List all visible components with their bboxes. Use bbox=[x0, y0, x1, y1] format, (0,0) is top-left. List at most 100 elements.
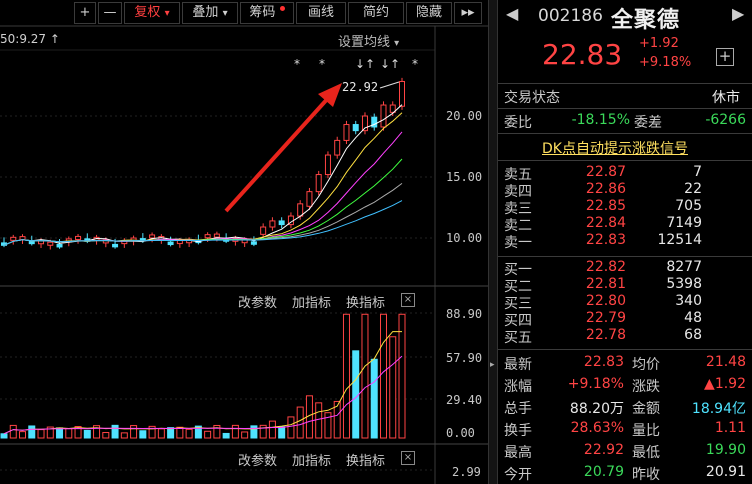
simple-mode-button[interactable]: 简约 bbox=[348, 2, 404, 24]
collapse-arrow-icon[interactable]: ▸ bbox=[490, 360, 495, 370]
high-marker-line bbox=[379, 81, 400, 89]
stat-label: 金额 bbox=[632, 401, 660, 417]
level-price: 22.78 bbox=[585, 327, 626, 343]
candle-body bbox=[112, 243, 119, 248]
stat-label: 总手 bbox=[504, 401, 532, 417]
modify-params-button[interactable]: 改参数 bbox=[238, 450, 277, 469]
stat-label: 均价 bbox=[632, 357, 660, 373]
overlay-label: 叠加 bbox=[192, 5, 219, 20]
fuquan-label: 复权 bbox=[134, 5, 161, 20]
level-volume: 7 bbox=[693, 164, 702, 180]
price-axis-tick: 15.00 bbox=[446, 170, 483, 184]
stat-value: 1.11 bbox=[714, 420, 746, 436]
chevron-down-icon: ▾ bbox=[164, 8, 170, 19]
signal-updown-icon[interactable]: ↓↑ bbox=[380, 57, 400, 71]
volume-bar bbox=[28, 425, 36, 439]
ma-line bbox=[3, 200, 403, 246]
volume-bar bbox=[241, 431, 249, 439]
volume-bar bbox=[102, 432, 110, 439]
stat-label: 换手 bbox=[504, 423, 532, 439]
add-indicator-button[interactable]: 加指标 bbox=[292, 450, 331, 469]
stat-label: 最高 bbox=[504, 445, 532, 461]
price-change-percent: +9.18% bbox=[639, 55, 692, 70]
switch-indicator-button[interactable]: 换指标 bbox=[346, 450, 385, 469]
volume-bar bbox=[379, 313, 387, 439]
switch-indicator-button[interactable]: 换指标 bbox=[346, 292, 385, 311]
overlay-button[interactable]: 叠加 ▾ bbox=[182, 2, 238, 24]
hide-button[interactable]: 隐藏 bbox=[406, 2, 452, 24]
candle-body bbox=[213, 233, 220, 238]
moving-average-lines bbox=[3, 104, 403, 246]
price-axis-tick: 10.00 bbox=[446, 231, 483, 245]
stat-value: 20.79 bbox=[583, 464, 624, 480]
volume-axis-tick: 29.40 bbox=[446, 393, 483, 407]
level-volume: 7149 bbox=[666, 215, 702, 231]
candle-body bbox=[167, 241, 174, 246]
stat-label: 涨幅 bbox=[504, 379, 532, 395]
kline-chart-canvas[interactable] bbox=[0, 0, 488, 484]
candle-body bbox=[19, 236, 26, 241]
volume-bar bbox=[250, 425, 258, 439]
stat-value: 21.48 bbox=[705, 354, 746, 370]
set-ma-button[interactable]: 设置均线 ▾ bbox=[338, 31, 399, 50]
prev-stock-icon[interactable]: ◀ bbox=[506, 4, 518, 23]
dk-signal-link[interactable]: DK点自动提示涨跌信号 bbox=[542, 138, 688, 158]
chips-button[interactable]: 筹码 bbox=[240, 2, 294, 24]
volume-bar bbox=[130, 425, 138, 439]
trade-status-value: 休市 bbox=[712, 90, 740, 106]
trade-status-label: 交易状态 bbox=[504, 90, 560, 106]
signal-star-icon[interactable]: * bbox=[412, 57, 418, 71]
volume-bar bbox=[268, 420, 276, 439]
candle-body bbox=[297, 203, 304, 217]
candle-body bbox=[204, 234, 211, 239]
weibi-label: 委比 bbox=[504, 115, 532, 131]
more-arrow-icon[interactable]: ▸▸ bbox=[454, 2, 482, 24]
close-icon[interactable]: × bbox=[401, 451, 415, 465]
level-price: 22.87 bbox=[585, 164, 626, 180]
candle-body bbox=[334, 139, 341, 156]
high-price-label: 22.92 bbox=[342, 80, 379, 94]
level-price: 22.86 bbox=[585, 181, 626, 197]
stat-label: 量比 bbox=[632, 423, 660, 439]
stat-value: 88.20万 bbox=[569, 401, 624, 417]
volume-bar bbox=[37, 429, 45, 439]
signal-star-icon[interactable]: * bbox=[319, 57, 325, 71]
volume-bar bbox=[287, 416, 295, 439]
volume-bar bbox=[157, 428, 165, 439]
add-watchlist-icon[interactable]: + bbox=[716, 48, 734, 66]
zoom-in-button[interactable]: + bbox=[74, 2, 96, 24]
panel-splitter[interactable]: ▸ bbox=[488, 0, 498, 484]
candle-body bbox=[352, 124, 359, 132]
signal-updown-icon[interactable]: ↓↑ bbox=[355, 57, 375, 71]
volume-bar bbox=[0, 433, 8, 439]
draw-line-button[interactable]: 画线 bbox=[296, 2, 346, 24]
level-volume: 705 bbox=[675, 198, 702, 214]
add-indicator-button[interactable]: 加指标 bbox=[292, 292, 331, 311]
volume-bar bbox=[204, 430, 212, 439]
zoom-out-button[interactable]: — bbox=[98, 2, 122, 24]
volume-bar bbox=[111, 424, 119, 439]
ma-line bbox=[3, 182, 403, 246]
next-stock-icon[interactable]: ▶ bbox=[732, 4, 744, 23]
candle-body bbox=[343, 124, 350, 141]
volume-bar bbox=[185, 428, 193, 439]
fuquan-button[interactable]: 复权 ▾ bbox=[124, 2, 180, 24]
stat-label: 今开 bbox=[504, 467, 532, 483]
volume-bar bbox=[361, 313, 369, 439]
stat-label: 最新 bbox=[504, 357, 532, 373]
modify-params-button[interactable]: 改参数 bbox=[238, 292, 277, 311]
stat-value: ▲1.92 bbox=[704, 376, 746, 392]
indicator-axis-tick: 2.99 bbox=[452, 465, 481, 479]
stat-label: 涨跌 bbox=[632, 379, 660, 395]
stat-value: 28.63% bbox=[570, 420, 624, 436]
level-price: 22.80 bbox=[585, 293, 626, 309]
signal-star-icon[interactable]: * bbox=[294, 57, 300, 71]
set-ma-label: 设置均线 bbox=[338, 35, 391, 50]
level-price: 22.83 bbox=[585, 232, 626, 248]
volume-bar bbox=[139, 430, 147, 439]
volume-bar bbox=[296, 406, 304, 439]
kline-chart-area[interactable]: + — 复权 ▾ 叠加 ▾ 筹码 画线 简约 隐藏 ▸▸ 50:9.27 ↑ 设… bbox=[0, 0, 488, 484]
candle-body bbox=[260, 226, 267, 235]
close-icon[interactable]: × bbox=[401, 293, 415, 307]
level-price: 22.85 bbox=[585, 198, 626, 214]
